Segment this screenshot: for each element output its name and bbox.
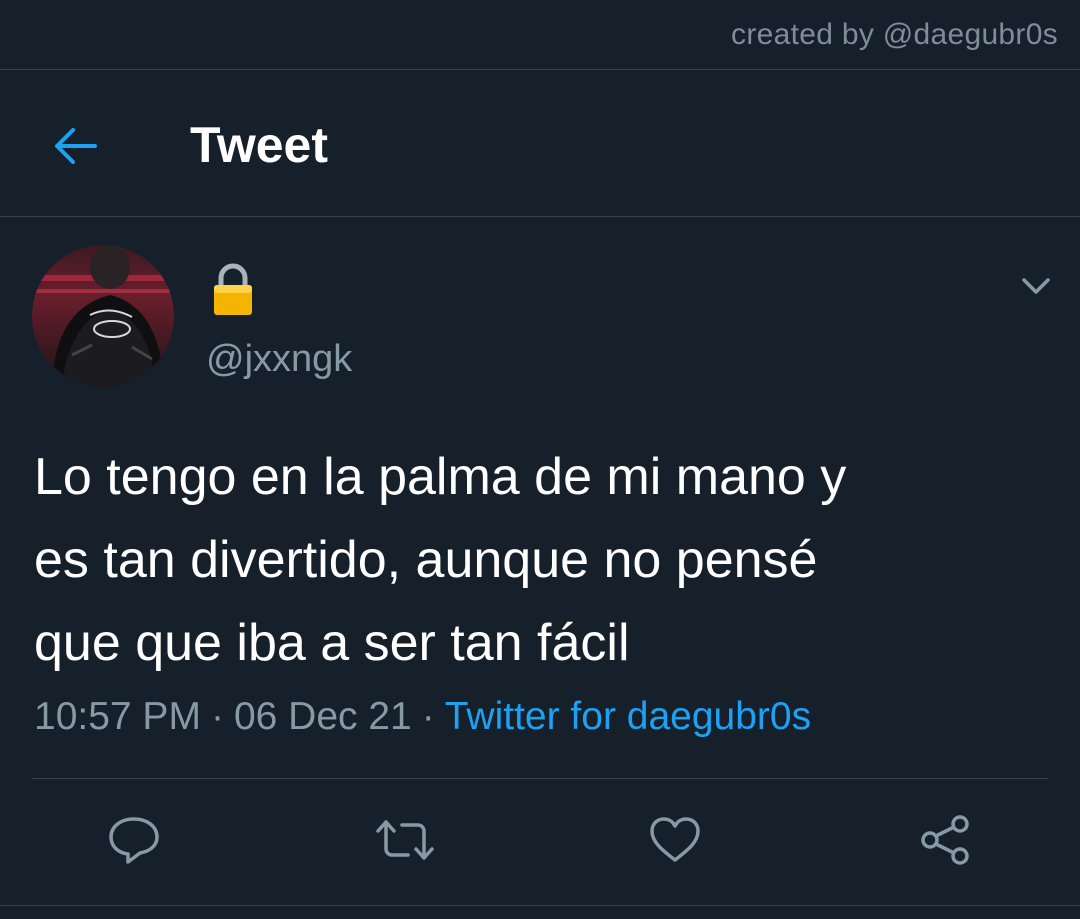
tweet-line: es tan divertido, aunque no pensé [34,531,818,589]
meta-separator: · [421,695,435,738]
tweet-time: 10:57 PM [34,695,201,738]
retweet-icon [376,820,434,860]
back-button[interactable] [44,116,104,176]
share-button[interactable] [910,810,980,870]
tweet-line: Lo tengo en la palma de mi mano y [34,448,847,506]
like-button[interactable] [640,810,710,870]
retweet-button[interactable] [370,810,440,870]
lock-icon [210,263,256,317]
reply-button[interactable] [99,810,169,870]
meta-separator: · [210,695,224,738]
bottom-divider [0,905,1080,906]
watermark-credit: created by @daegubr0s [731,18,1058,51]
reply-icon [109,817,159,864]
chevron-down-icon [1022,278,1050,294]
tweet-options-button[interactable] [1014,268,1058,304]
avatar[interactable] [32,245,174,387]
share-icon [921,815,969,865]
arrow-left-icon [55,128,97,164]
tweet-date: 06 Dec 21 [233,695,412,738]
tweet-line: que que iba a ser tan fácil [34,614,630,672]
tweet-meta: 10:57 PM · 06 Dec 21 · Twitter for daegubr0s [34,695,811,739]
tweet-client-link[interactable]: Twitter for daegubr0s [445,695,811,738]
actions-divider [32,778,1048,779]
header-divider [0,216,1080,217]
top-divider [0,69,1080,70]
like-icon [650,817,700,862]
user-handle[interactable]: @jxxngk [206,338,352,381]
tweet-actions [0,800,1080,880]
page-title: Tweet [190,117,328,173]
tweet-text: Lo tengo en la palma de mi mano y es tan… [34,436,1054,685]
